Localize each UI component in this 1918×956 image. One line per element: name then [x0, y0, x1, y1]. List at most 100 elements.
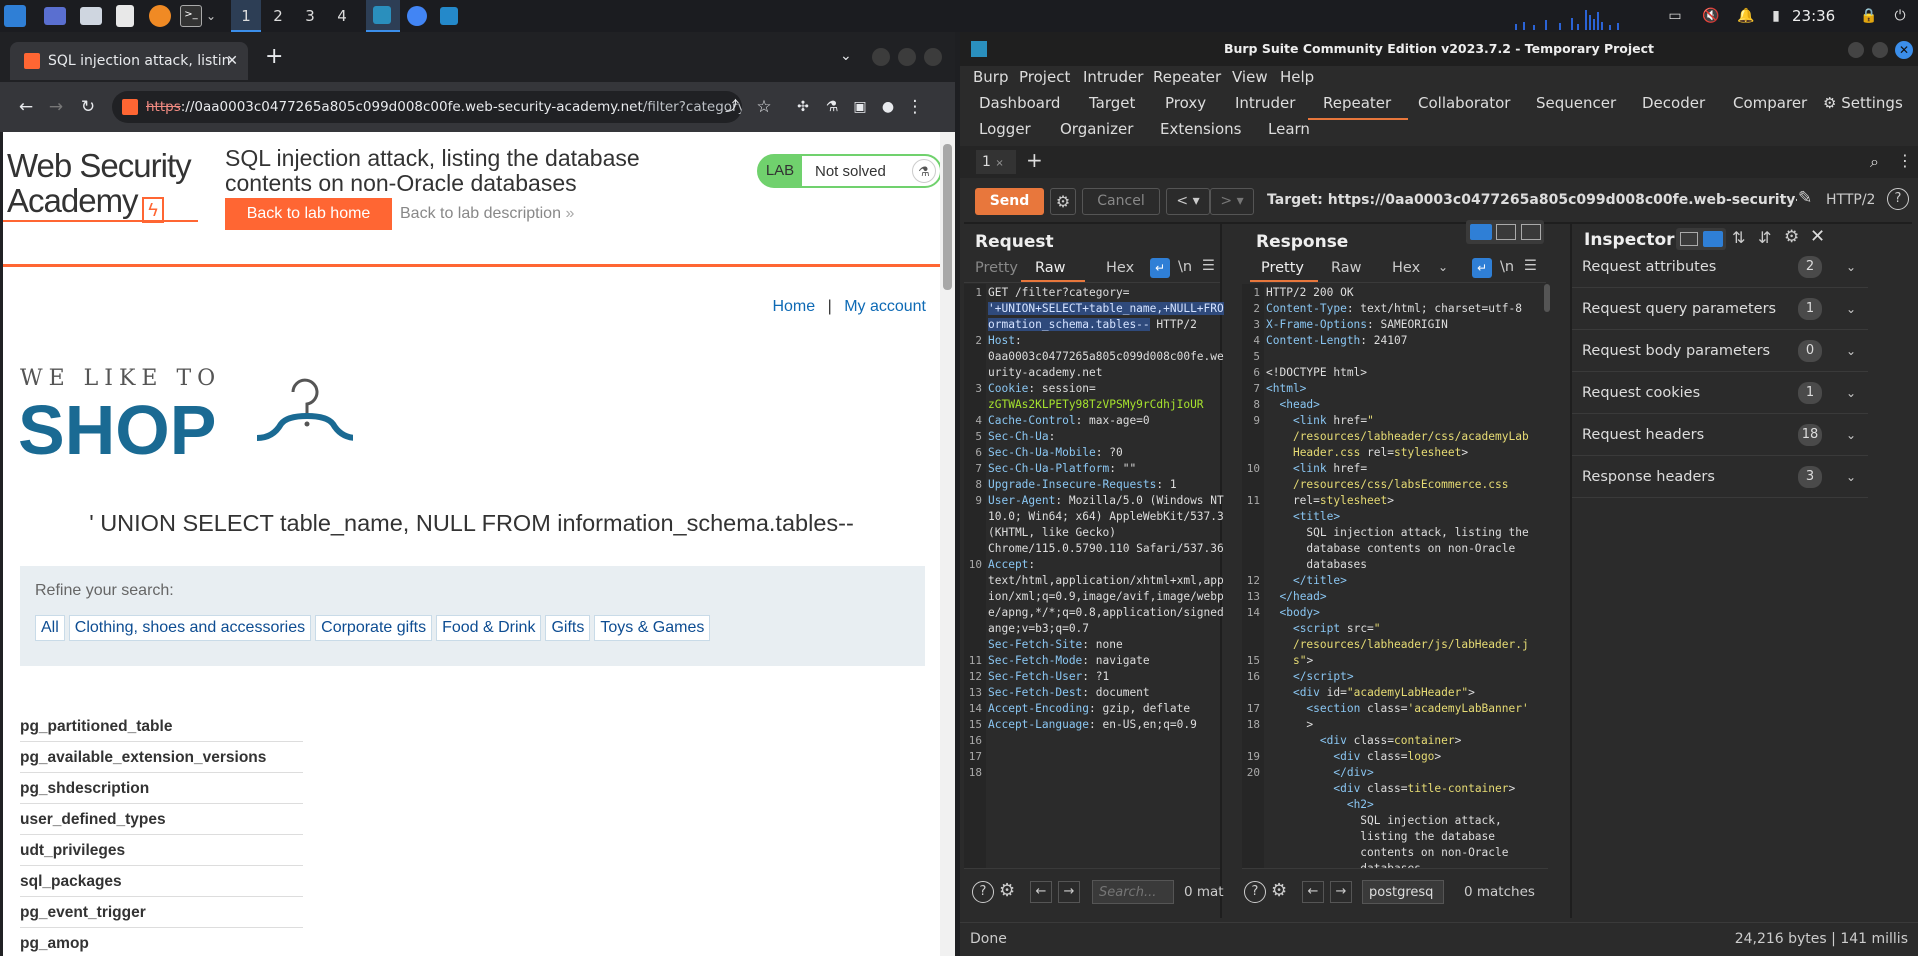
burp-task-button[interactable]	[366, 0, 400, 32]
next-match-icon[interactable]: →	[1058, 881, 1080, 903]
category-food-drink[interactable]: Food & Drink	[436, 615, 542, 641]
word-wrap-icon[interactable]: ↵	[1150, 258, 1170, 278]
category-corporate-gifts[interactable]: Corporate gifts	[315, 615, 433, 641]
collapse-all-icon[interactable]: ⇵	[1758, 228, 1771, 247]
workspace-3[interactable]: 3	[295, 0, 325, 32]
inspector-row-cookies[interactable]: Request cookies 1 ⌄	[1572, 372, 1868, 414]
category-gifts[interactable]: Gifts	[545, 615, 591, 641]
search-settings-gear-icon[interactable]: ⚙	[1271, 880, 1287, 901]
inspector-row-body-parameters[interactable]: Request body parameters 0 ⌄	[1572, 330, 1868, 372]
send-button[interactable]: Send	[975, 188, 1044, 215]
response-hex-tab[interactable]: Hex	[1392, 260, 1420, 276]
kali-menu-icon[interactable]	[4, 5, 26, 27]
response-scroll-thumb[interactable]	[1544, 284, 1550, 312]
history-forward-button[interactable]: > ▾	[1210, 188, 1254, 215]
tab-repeater[interactable]: Repeater	[1323, 94, 1391, 112]
inspector-settings-gear-icon[interactable]: ⚙	[1784, 227, 1799, 247]
mute-icon[interactable]: 🔇	[1702, 8, 1719, 24]
tab-organizer[interactable]: Organizer	[1060, 120, 1133, 138]
power-icon[interactable]: ⏻	[1892, 8, 1908, 24]
inspector-row-request-attributes[interactable]: Request attributes 2 ⌄	[1572, 246, 1868, 288]
request-newline-toggle[interactable]: \n	[1178, 259, 1192, 275]
previous-match-icon[interactable]: ←	[1302, 881, 1324, 903]
tab-proxy[interactable]: Proxy	[1165, 94, 1206, 112]
close-tab-icon[interactable]: ✕	[226, 42, 238, 80]
previous-match-icon[interactable]: ←	[1030, 881, 1052, 903]
bookmark-star-icon[interactable]: ☆	[752, 95, 776, 119]
clock[interactable]: 23:36	[1792, 0, 1835, 32]
back-icon[interactable]: ←	[14, 95, 38, 119]
battery-icon[interactable]: ▮	[1768, 8, 1784, 24]
request-search-input[interactable]	[1092, 880, 1174, 904]
edit-target-pencil-icon[interactable]: ✎	[1798, 188, 1812, 208]
tab-learn[interactable]: Learn	[1268, 120, 1310, 138]
forward-icon[interactable]: →	[44, 95, 68, 119]
inspector-layout-active-icon[interactable]	[1703, 231, 1723, 247]
inspector-row-request-headers[interactable]: Request headers 18 ⌄	[1572, 414, 1868, 456]
lab-flask-icon[interactable]: ⚗	[820, 95, 844, 119]
response-newline-toggle[interactable]: \n	[1500, 259, 1514, 275]
layout-tabs-icon[interactable]	[1521, 224, 1541, 240]
response-search-input[interactable]	[1362, 880, 1444, 904]
inspector-layout-icon[interactable]	[1680, 232, 1698, 246]
scrollbar-thumb[interactable]	[943, 144, 952, 290]
reload-icon[interactable]: ↻	[76, 95, 100, 119]
tab-dashboard[interactable]: Dashboard	[979, 94, 1060, 112]
category-all[interactable]: All	[35, 615, 65, 641]
display-icon[interactable]: ▭	[1667, 8, 1683, 24]
tab-target[interactable]: Target	[1089, 94, 1135, 112]
back-to-lab-description-link[interactable]: Back to lab description »	[400, 198, 574, 230]
menu-intruder[interactable]: Intruder	[1083, 68, 1143, 86]
request-hex-tab[interactable]: Hex	[1106, 260, 1134, 276]
response-raw-tab[interactable]: Raw	[1331, 260, 1362, 276]
send-settings-gear-icon[interactable]: ⚙	[1050, 188, 1076, 215]
repeater-tab-1[interactable]: 1 ×	[976, 150, 1016, 174]
category-toys-games[interactable]: Toys & Games	[594, 615, 711, 641]
chevron-down-icon[interactable]: ⌄	[206, 5, 228, 27]
search-settings-gear-icon[interactable]: ⚙	[999, 880, 1015, 901]
extensions-icon[interactable]: ✣	[791, 95, 815, 119]
side-panel-icon[interactable]: ▣	[848, 95, 872, 119]
lock-icon[interactable]: 🔒	[1860, 8, 1877, 24]
file-manager-icon[interactable]	[80, 7, 102, 25]
help-icon[interactable]: ?	[1244, 881, 1266, 903]
menu-burp[interactable]: Burp	[973, 68, 1009, 86]
category-clothing[interactable]: Clothing, shoes and accessories	[68, 615, 312, 641]
request-editor[interactable]: GET /filter?category= '+UNION+SELECT+tab…	[988, 285, 1258, 733]
tab-decoder[interactable]: Decoder	[1642, 94, 1705, 112]
terminal-icon[interactable]: >_	[180, 5, 202, 27]
inspector-row-response-headers[interactable]: Response headers 3 ⌄	[1572, 456, 1868, 498]
close-window-button[interactable]	[924, 48, 942, 66]
expand-all-icon[interactable]: ⇅	[1732, 228, 1745, 247]
more-options-icon[interactable]: ⋮	[1897, 151, 1913, 170]
menu-help[interactable]: Help	[1280, 68, 1314, 86]
tab-logger[interactable]: Logger	[979, 120, 1031, 138]
firefox-icon[interactable]	[149, 5, 171, 27]
history-back-button[interactable]: < ▾	[1166, 188, 1210, 215]
tab-intruder[interactable]: Intruder	[1235, 94, 1295, 112]
request-raw-tab[interactable]: Raw	[1035, 260, 1066, 276]
cancel-button[interactable]: Cancel	[1082, 188, 1160, 215]
vscode-task-icon[interactable]	[440, 7, 458, 25]
close-inspector-icon[interactable]: ✕	[1810, 226, 1825, 247]
academy-logo[interactable]: Web Security Academy ϟ	[7, 148, 192, 223]
render-dropdown-chevron-icon[interactable]: ⌄	[1438, 260, 1448, 274]
layout-stacked-icon[interactable]	[1496, 224, 1516, 240]
workspace-4[interactable]: 4	[327, 0, 357, 32]
new-tab-icon[interactable]: +	[265, 44, 283, 69]
help-icon[interactable]: ?	[972, 881, 994, 903]
next-match-icon[interactable]: →	[1330, 881, 1352, 903]
address-bar[interactable]: https://0aa0003c0477265a805c099d008c00fe…	[112, 91, 742, 123]
close-tab-icon[interactable]: ×	[995, 158, 1003, 169]
settings-button[interactable]: ⚙ Settings	[1823, 94, 1903, 112]
response-pretty-tab[interactable]: Pretty	[1261, 260, 1304, 276]
desktop-icon[interactable]	[44, 7, 66, 25]
word-wrap-icon[interactable]: ↵	[1472, 258, 1492, 278]
add-tab-icon[interactable]: +	[1026, 148, 1043, 172]
chrome-task-icon[interactable]	[407, 6, 427, 26]
response-menu-icon[interactable]: ☰	[1524, 258, 1537, 274]
layout-side-by-side-icon[interactable]	[1470, 224, 1492, 240]
burp-close-button[interactable]: ✕	[1895, 41, 1913, 59]
search-icon[interactable]: ⌕	[1870, 152, 1879, 172]
bell-icon[interactable]: 🔔	[1737, 8, 1754, 24]
